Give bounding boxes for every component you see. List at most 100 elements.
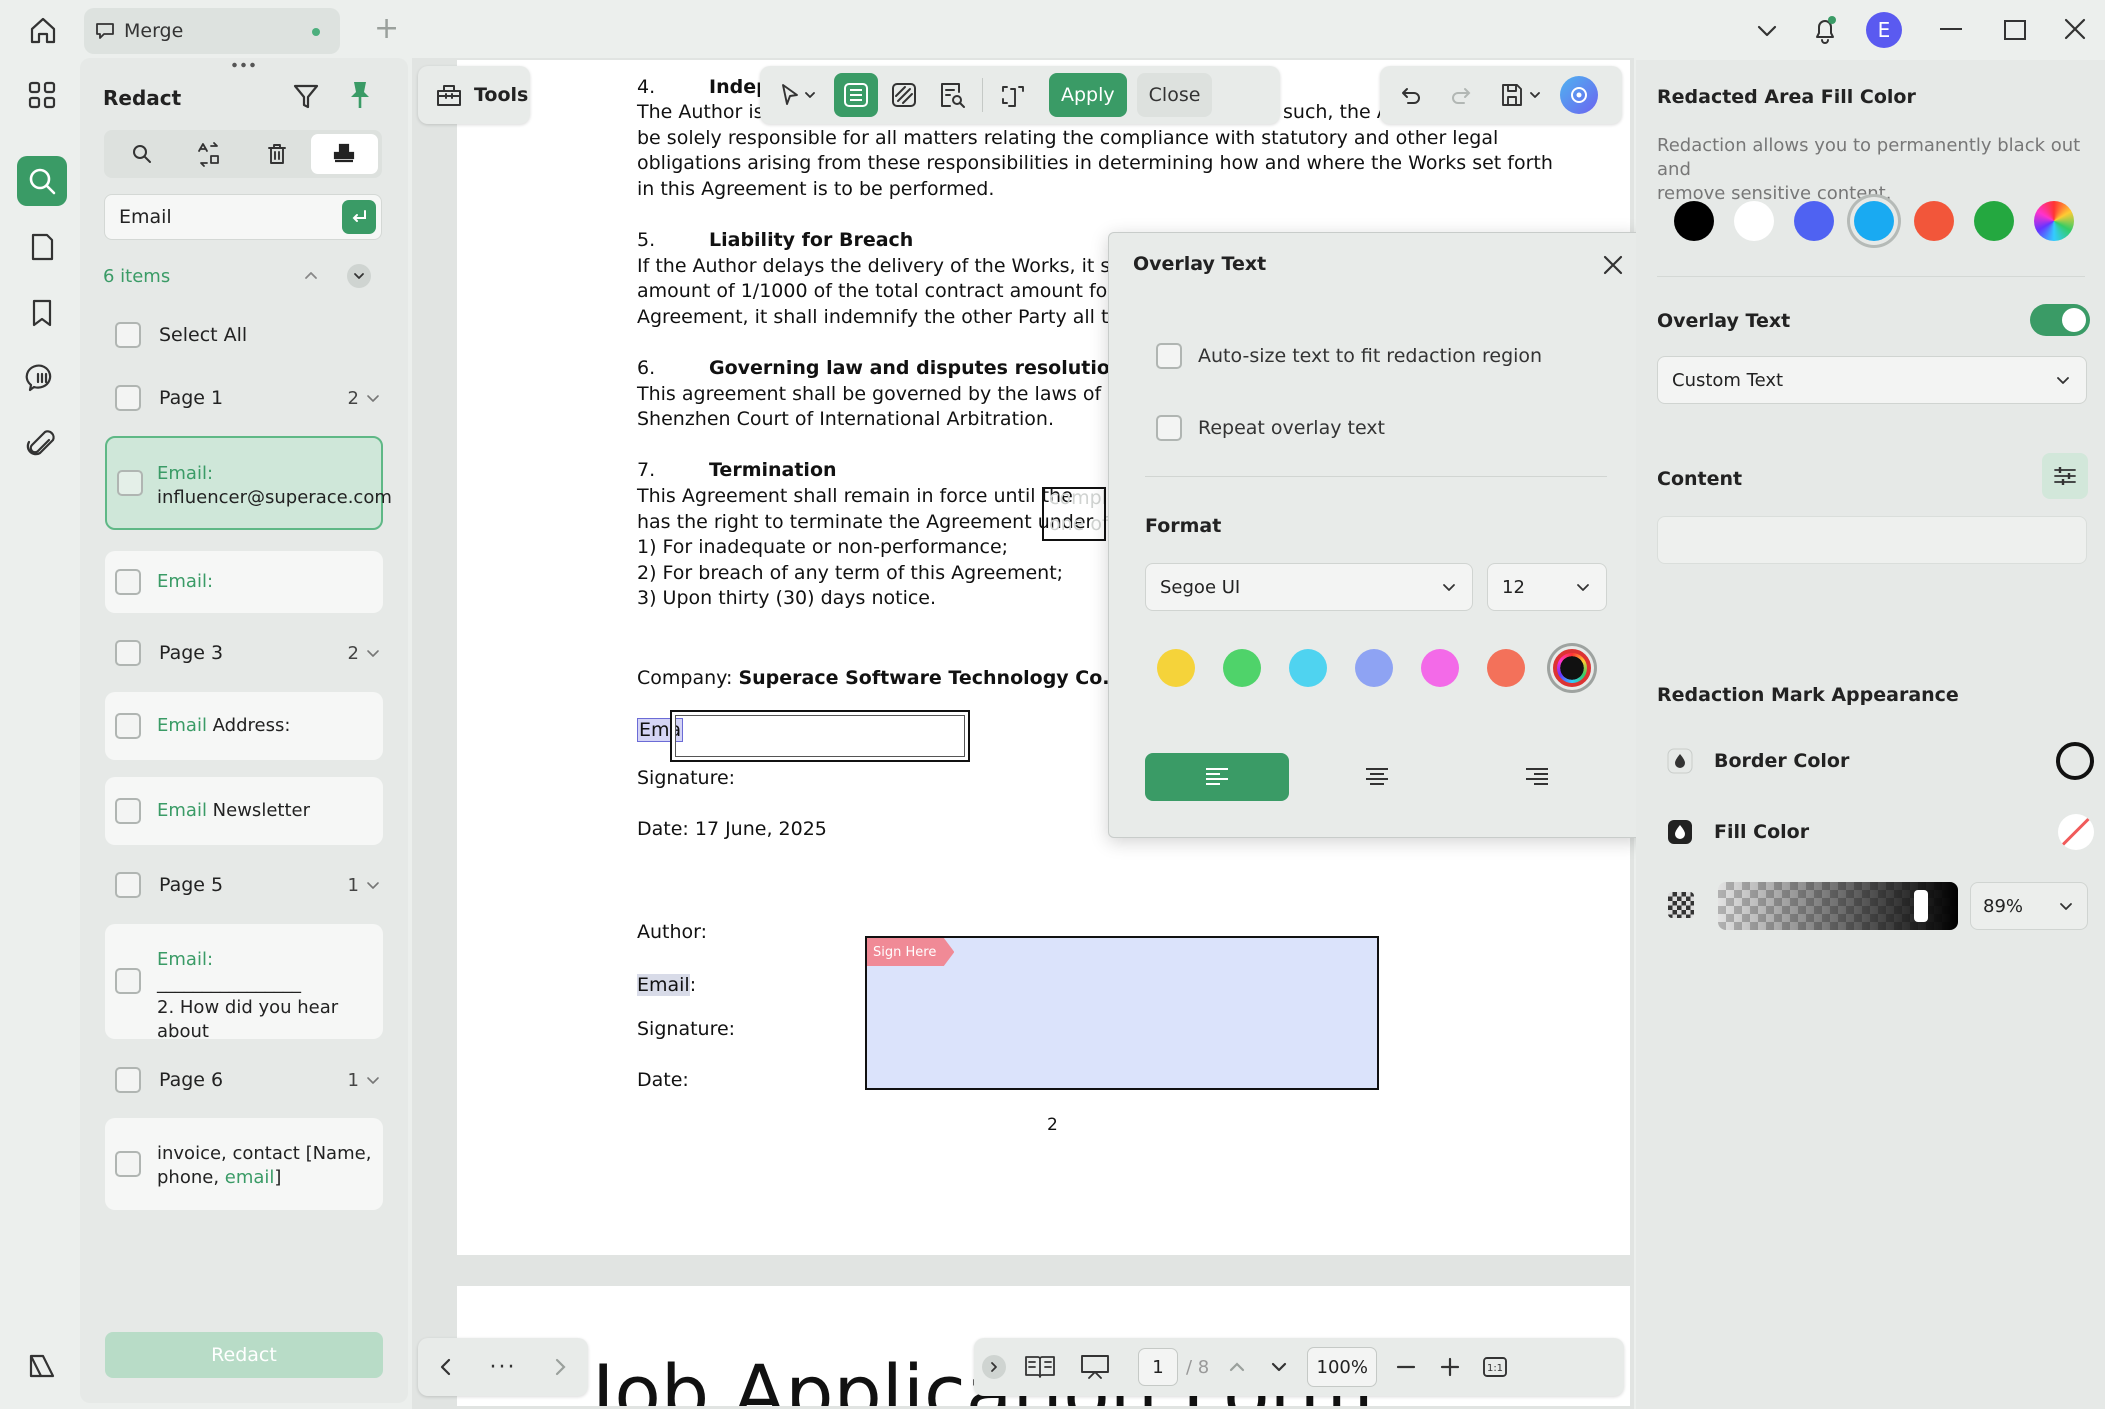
text-color-swatch[interactable] bbox=[1553, 649, 1591, 687]
chevron-down-icon[interactable] bbox=[363, 388, 383, 408]
redo-button[interactable] bbox=[1440, 73, 1484, 117]
result-item-selected[interactable]: Email: influencer@superace.com bbox=[105, 436, 392, 530]
tab-search-redact[interactable] bbox=[108, 134, 176, 174]
rail-apps-button[interactable] bbox=[17, 70, 67, 120]
search-redact-button[interactable] bbox=[930, 73, 974, 117]
page-group-checkbox[interactable] bbox=[115, 872, 141, 898]
close-window-button[interactable] bbox=[2062, 16, 2088, 42]
chevron-down-icon[interactable] bbox=[363, 1070, 383, 1090]
result-item[interactable]: invoice, contact [Name, phone, email] bbox=[105, 1118, 383, 1210]
pattern-redact-button[interactable] bbox=[882, 73, 926, 117]
result-checkbox[interactable] bbox=[115, 1151, 141, 1177]
overlay-text-select[interactable]: Custom Text bbox=[1657, 356, 2087, 404]
border-color-swatch[interactable] bbox=[2056, 742, 2094, 780]
rail-bookmark-button[interactable] bbox=[17, 288, 67, 338]
select-tool-button[interactable] bbox=[766, 73, 830, 117]
fill-color-row[interactable]: Fill Color bbox=[1666, 814, 2094, 850]
text-color-swatch[interactable] bbox=[1289, 649, 1327, 687]
rail-pages-button[interactable] bbox=[17, 222, 67, 272]
drag-handle[interactable] bbox=[230, 62, 256, 68]
redact-pages-button[interactable] bbox=[991, 73, 1035, 117]
area-redact-button[interactable] bbox=[834, 73, 878, 117]
repeat-option[interactable]: Repeat overlay text bbox=[1156, 415, 1385, 441]
result-item[interactable]: Email: ________________ 2. How did you h… bbox=[105, 924, 383, 1042]
home-button[interactable] bbox=[20, 10, 66, 50]
redaction-box[interactable] bbox=[1042, 487, 1106, 541]
chevron-left-icon[interactable] bbox=[434, 1355, 458, 1379]
select-all-row[interactable]: Select All bbox=[115, 322, 247, 348]
chevron-down-icon[interactable] bbox=[363, 875, 383, 895]
actual-size-icon[interactable]: 1:1 bbox=[1479, 1351, 1511, 1383]
document-tab[interactable]: Merge bbox=[84, 8, 340, 54]
zoom-in-icon[interactable] bbox=[1435, 1352, 1465, 1382]
chevron-down-icon[interactable] bbox=[1752, 16, 1782, 46]
fill-color-swatch[interactable] bbox=[1674, 201, 1714, 241]
redact-button[interactable]: Redact bbox=[105, 1332, 383, 1378]
text-color-swatch[interactable] bbox=[1157, 649, 1195, 687]
fill-color-none-swatch[interactable] bbox=[2058, 814, 2094, 850]
new-tab-button[interactable]: + bbox=[374, 14, 404, 48]
content-settings-button[interactable] bbox=[2042, 453, 2088, 499]
overlay-text-toggle[interactable] bbox=[2030, 304, 2090, 336]
search-enter-button[interactable] bbox=[342, 200, 376, 234]
result-checkbox[interactable] bbox=[115, 968, 141, 994]
result-checkbox[interactable] bbox=[115, 569, 141, 595]
result-checkbox[interactable] bbox=[115, 713, 141, 739]
result-item[interactable]: Email: bbox=[105, 551, 383, 613]
font-select[interactable]: Segoe UI bbox=[1145, 563, 1473, 611]
save-button[interactable] bbox=[1492, 73, 1552, 117]
pin-icon[interactable] bbox=[344, 78, 376, 112]
reading-mode-icon[interactable] bbox=[1020, 1350, 1060, 1384]
align-center-button[interactable] bbox=[1305, 753, 1449, 801]
tab-delete[interactable] bbox=[243, 134, 311, 174]
highlighted-email[interactable]: Email bbox=[637, 974, 690, 996]
tab-stamp[interactable] bbox=[310, 134, 378, 174]
opacity-slider-handle[interactable] bbox=[1914, 890, 1928, 922]
text-color-swatch[interactable] bbox=[1421, 649, 1459, 687]
filter-icon[interactable] bbox=[290, 80, 322, 112]
more-icon[interactable]: ··· bbox=[490, 1355, 517, 1380]
page-group-3[interactable]: Page 3 2 bbox=[105, 629, 383, 677]
zoom-out-icon[interactable] bbox=[1391, 1352, 1421, 1382]
next-result-button[interactable] bbox=[347, 264, 371, 288]
maximize-button[interactable] bbox=[2004, 20, 2026, 40]
tools-button[interactable]: Tools bbox=[418, 66, 530, 124]
rail-sidebar-toggle[interactable] bbox=[17, 1342, 67, 1392]
page-group-checkbox[interactable] bbox=[115, 640, 141, 666]
result-checkbox[interactable] bbox=[117, 470, 143, 496]
result-item[interactable]: Email Newsletter bbox=[105, 777, 383, 845]
chevron-up-icon[interactable] bbox=[1223, 1353, 1251, 1381]
redaction-box[interactable] bbox=[670, 710, 970, 762]
repeat-checkbox[interactable] bbox=[1156, 415, 1182, 441]
content-input[interactable] bbox=[1657, 516, 2087, 564]
page-group-checkbox[interactable] bbox=[115, 1067, 141, 1093]
rail-search-button[interactable] bbox=[17, 156, 67, 206]
fill-color-swatch[interactable] bbox=[1734, 201, 1774, 241]
page-input[interactable]: 1 bbox=[1138, 1348, 1178, 1386]
align-left-button[interactable] bbox=[1145, 753, 1289, 801]
opacity-select[interactable]: 89% bbox=[1970, 882, 2088, 930]
chevron-down-icon[interactable] bbox=[363, 643, 383, 663]
autosize-checkbox[interactable] bbox=[1156, 343, 1182, 369]
chevron-right-icon[interactable] bbox=[548, 1355, 572, 1379]
page-group-checkbox[interactable] bbox=[115, 385, 141, 411]
text-color-swatch[interactable] bbox=[1355, 649, 1393, 687]
page-group-5[interactable]: Page 5 1 bbox=[105, 861, 383, 909]
chevron-up-icon[interactable] bbox=[300, 264, 322, 286]
search-input[interactable]: Email bbox=[119, 206, 342, 228]
fill-color-swatch[interactable] bbox=[1854, 201, 1894, 241]
close-button[interactable]: Close bbox=[1136, 73, 1213, 117]
avatar[interactable]: E bbox=[1866, 12, 1902, 48]
zoom-input[interactable]: 100% bbox=[1307, 1347, 1378, 1387]
autosize-option[interactable]: Auto-size text to fit redaction region bbox=[1156, 343, 1542, 369]
popup-close-button[interactable] bbox=[1601, 253, 1625, 277]
fill-color-swatch[interactable] bbox=[1794, 201, 1834, 241]
chevron-down-icon[interactable] bbox=[1265, 1353, 1293, 1381]
align-right-button[interactable] bbox=[1465, 753, 1609, 801]
expand-nav-button[interactable] bbox=[982, 1355, 1006, 1379]
custom-color-swatch[interactable] bbox=[2034, 201, 2074, 241]
result-item[interactable]: Email Address: bbox=[105, 692, 383, 760]
fill-color-swatch[interactable] bbox=[1914, 201, 1954, 241]
result-checkbox[interactable] bbox=[115, 798, 141, 824]
text-color-swatch[interactable] bbox=[1223, 649, 1261, 687]
